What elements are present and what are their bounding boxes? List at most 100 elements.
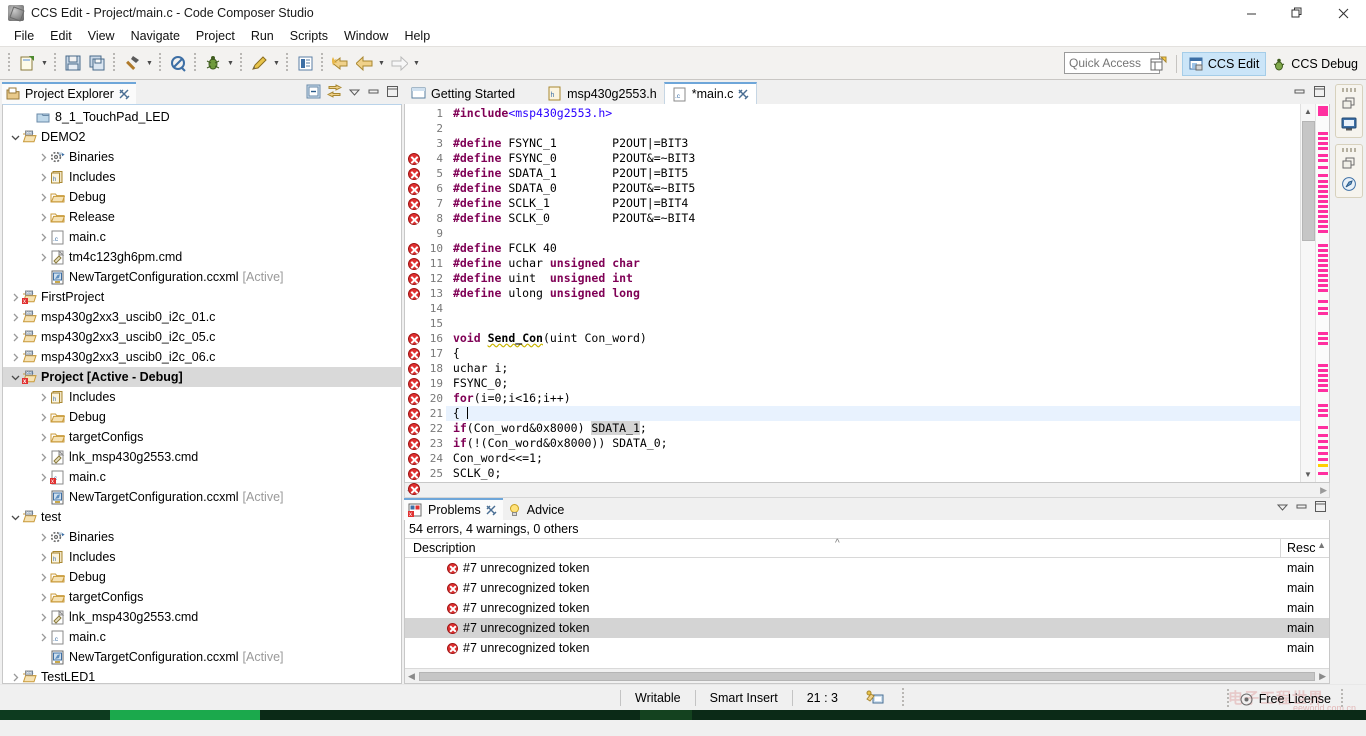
tree-item-lnk-msp430g2553-cmd[interactable]: lnk_msp430g2553.cmd xyxy=(3,607,401,627)
problems-table[interactable]: #7 unrecognized token main #7 unrecognized… xyxy=(405,558,1329,658)
menu-scripts[interactable]: Scripts xyxy=(282,28,336,44)
build-button[interactable] xyxy=(120,51,144,75)
code-line[interactable]: #define uint unsigned int xyxy=(446,271,1300,286)
error-marker-icon[interactable] xyxy=(405,346,422,361)
ruler-error-marker[interactable] xyxy=(1318,472,1328,475)
ruler-error-marker[interactable] xyxy=(1318,409,1328,412)
status-grip[interactable] xyxy=(900,687,906,708)
tree-item-testled1[interactable]: CCS TestLED1 xyxy=(3,667,401,683)
error-marker-icon[interactable] xyxy=(405,166,422,181)
tree-item-release[interactable]: Release xyxy=(3,207,401,227)
error-marker-icon[interactable] xyxy=(405,211,422,226)
tree-item-msp430g2xx3-uscib0-i2c-05-c[interactable]: CCS msp430g2xx3_uscib0_i2c_05.c xyxy=(3,327,401,347)
tree-item-debug[interactable]: Debug xyxy=(3,187,401,207)
collapse-all-icon[interactable] xyxy=(306,84,321,99)
ruler-error-marker[interactable] xyxy=(1318,137,1328,140)
tree-item-newtargetconfiguration-ccxml[interactable]: NewTargetConfiguration.ccxml [Active] xyxy=(3,267,401,287)
editor-horizontal-scrollbar[interactable]: ◀ ▶ xyxy=(404,483,1330,498)
column-description[interactable]: Description xyxy=(405,539,1281,557)
ruler-error-marker[interactable] xyxy=(1318,300,1328,303)
toolbar-grip-6[interactable] xyxy=(239,53,244,73)
editor-tab-msp430g2553.h[interactable]: h msp430g2553.h xyxy=(540,83,664,104)
code-line[interactable]: if(!(Con_word&0x8000)) SDATA_0; xyxy=(446,436,1300,451)
tree-item-includes[interactable]: h Includes xyxy=(3,167,401,187)
ruler-error-marker[interactable] xyxy=(1318,132,1328,135)
collapsed-arrow-icon[interactable] xyxy=(37,467,50,487)
ruler-error-marker[interactable] xyxy=(1318,220,1328,223)
tree-item-binaries[interactable]: 10 Binaries xyxy=(3,147,401,167)
ruler-error-marker[interactable] xyxy=(1318,249,1328,252)
ruler-error-marker[interactable] xyxy=(1318,458,1328,461)
collapsed-arrow-icon[interactable] xyxy=(37,587,50,607)
error-marker-icon[interactable] xyxy=(405,391,422,406)
code-line[interactable]: #define SCLK_0 P2OUT&=~BIT4 xyxy=(446,211,1300,226)
chevron-down-icon[interactable] xyxy=(348,85,361,98)
tree-item-8-1-touchpad-led[interactable]: 8_1_TouchPad_LED xyxy=(3,107,401,127)
code-line[interactable]: #define uchar unsigned char xyxy=(446,256,1300,271)
run-button[interactable] xyxy=(247,51,271,75)
collapsed-arrow-icon[interactable] xyxy=(9,667,22,683)
ruler-error-marker[interactable] xyxy=(1318,205,1328,208)
problems-horizontal-scrollbar[interactable]: ◀ ▶ xyxy=(405,668,1329,683)
error-marker-icon[interactable] xyxy=(405,451,422,466)
ruler-error-marker[interactable] xyxy=(1318,404,1328,407)
problems-row[interactable]: #7 unrecognized token main xyxy=(405,558,1329,578)
ruler-error-marker[interactable] xyxy=(1318,426,1328,429)
code-line[interactable]: Con_word<<=1; xyxy=(446,451,1300,466)
code-line[interactable]: #include<msp430g2553.h> xyxy=(446,106,1300,121)
menu-window[interactable]: Window xyxy=(336,28,396,44)
tree-item-targetconfigs[interactable]: targetConfigs xyxy=(3,587,401,607)
save-button[interactable] xyxy=(61,51,85,75)
code-line[interactable]: FSYNC_0; xyxy=(446,376,1300,391)
menu-help[interactable]: Help xyxy=(396,28,438,44)
code-line[interactable]: SCLK_0; xyxy=(446,466,1300,481)
error-marker-icon[interactable] xyxy=(405,151,422,166)
annotation-gutter[interactable] xyxy=(405,104,422,495)
code-line[interactable]: void Send_Con(uint Con_word) xyxy=(446,331,1300,346)
save-all-button[interactable] xyxy=(85,51,109,75)
ruler-error-marker[interactable] xyxy=(1318,342,1328,345)
collapsed-arrow-icon[interactable] xyxy=(37,547,50,567)
ruler-error-marker[interactable] xyxy=(1318,210,1328,213)
maximize-restore-button[interactable] xyxy=(1274,0,1320,26)
ruler-error-marker[interactable] xyxy=(1318,254,1328,257)
ruler-error-marker[interactable] xyxy=(1318,200,1328,203)
problems-scroll-up-arrow[interactable]: ▲ xyxy=(1317,540,1326,550)
ruler-error-marker[interactable] xyxy=(1318,180,1328,183)
error-marker-icon[interactable] xyxy=(405,286,422,301)
ruler-error-marker[interactable] xyxy=(1318,440,1328,443)
error-marker-icon[interactable] xyxy=(405,376,422,391)
collapsed-arrow-icon[interactable] xyxy=(37,167,50,187)
perspective-ccs-edit[interactable]: CCS Edit xyxy=(1181,52,1267,76)
ruler-error-marker[interactable] xyxy=(1318,185,1328,188)
error-marker-icon[interactable] xyxy=(405,421,422,436)
error-marker-icon[interactable] xyxy=(405,196,422,211)
collapsed-arrow-icon[interactable] xyxy=(9,307,22,327)
build-dropdown-arrow[interactable]: ▼ xyxy=(144,51,155,75)
ruler-error-marker[interactable] xyxy=(1318,274,1328,277)
collapsed-arrow-icon[interactable] xyxy=(37,207,50,227)
ruler-error-marker[interactable] xyxy=(1318,264,1328,267)
problems-row[interactable]: #7 unrecognized token main xyxy=(405,638,1329,658)
code-line[interactable]: for(i=0;i<16;i++) xyxy=(446,391,1300,406)
perspective-ccs-debug[interactable]: CCS Debug xyxy=(1266,52,1364,76)
license-status[interactable]: Free License xyxy=(1223,689,1348,709)
forward-button[interactable] xyxy=(387,51,411,75)
ruler-error-marker[interactable] xyxy=(1318,464,1328,467)
code-line[interactable]: #define FSYNC_0 P2OUT&=~BIT3 xyxy=(446,151,1300,166)
ruler-error-marker[interactable] xyxy=(1318,244,1328,247)
code-line[interactable] xyxy=(446,226,1300,241)
ruler-error-marker[interactable] xyxy=(1318,230,1328,233)
back-dropdown-arrow[interactable]: ▼ xyxy=(376,51,387,75)
code-line[interactable]: uchar i; xyxy=(446,361,1300,376)
quick-access-input[interactable] xyxy=(1064,52,1160,74)
problems-row[interactable]: #7 unrecognized token main xyxy=(405,578,1329,598)
back-button[interactable] xyxy=(352,51,376,75)
drag-handle-dots-icon[interactable] xyxy=(1342,88,1356,92)
error-marker-icon[interactable] xyxy=(405,406,422,421)
ruler-error-marker[interactable] xyxy=(1318,389,1328,392)
run-dropdown-arrow[interactable]: ▼ xyxy=(271,51,282,75)
chevron-down-icon[interactable] xyxy=(1276,500,1289,513)
ruler-error-marker[interactable] xyxy=(1318,337,1328,340)
code-line[interactable]: { xyxy=(446,346,1300,361)
